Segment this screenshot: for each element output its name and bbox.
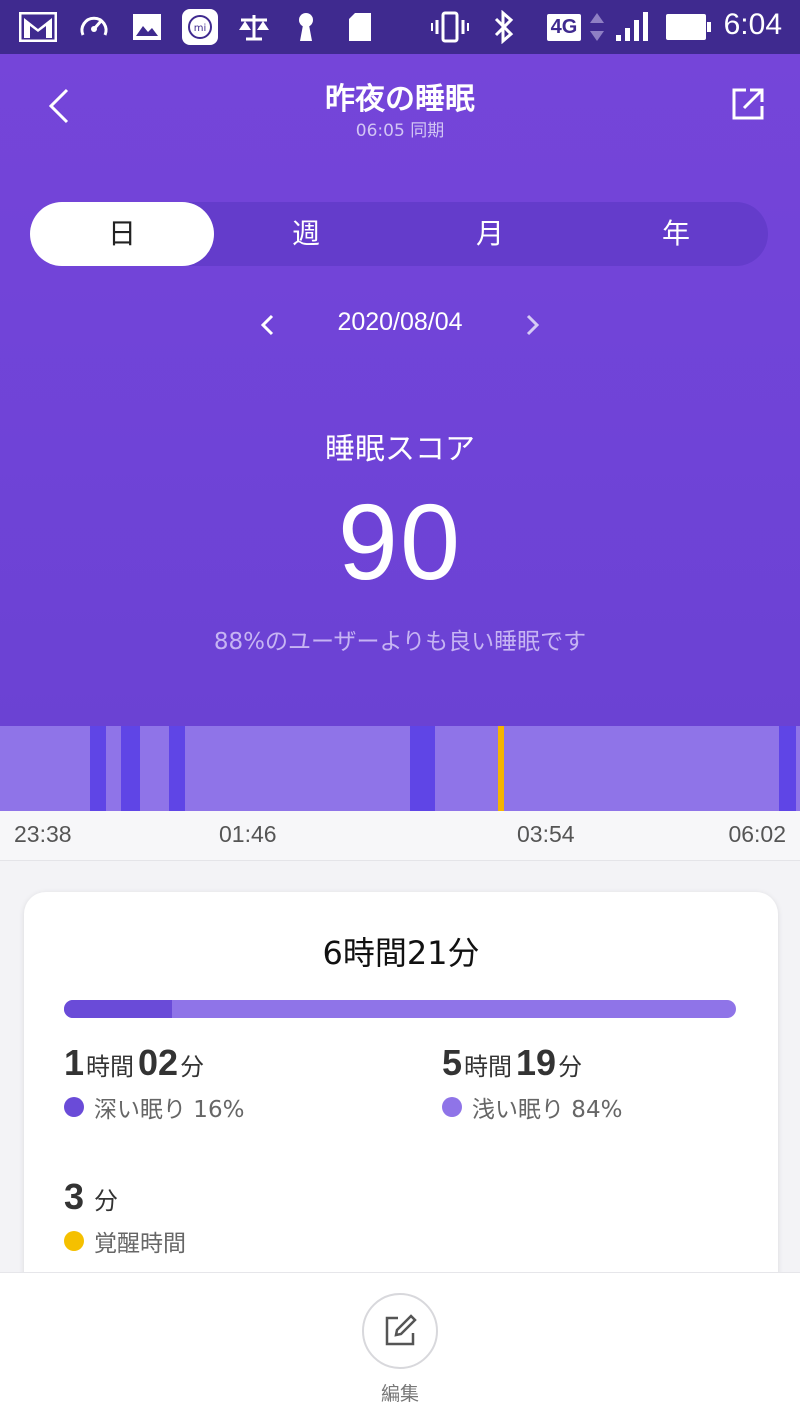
mi-fit-icon: mi (180, 9, 220, 45)
network-4g-icon: 4G (544, 10, 584, 44)
light-sleep-label: 浅い眠り 84% (472, 1097, 623, 1123)
deep-sleep-segment (89, 726, 107, 811)
tab-week[interactable]: 週 (214, 202, 398, 266)
gmail-icon (18, 10, 58, 44)
date-navigator: 2020/08/04 (0, 302, 800, 346)
light-sleep-dot-icon (442, 1097, 462, 1117)
deep-hours-unit: 時間 (86, 1053, 135, 1081)
tab-day[interactable]: 日 (30, 202, 214, 266)
sleep-score-label: 睡眠スコア (325, 432, 475, 467)
deep-sleep-dot-icon (64, 1097, 84, 1117)
chevron-right-icon (526, 314, 540, 336)
status-bar: mi 4G 6:04 (0, 0, 800, 54)
sleep-summary-card: 6時間21分 1時間 02分 深い眠り 16% 5時間 19分 浅い眠り 84% 3… (24, 892, 778, 1312)
signal-icon (612, 10, 652, 44)
sleep-score-value: 90 (337, 481, 463, 602)
data-arrows-icon (588, 10, 606, 44)
deep-sleep-label: 深い眠り 16% (94, 1097, 245, 1123)
sleep-header: 昨夜の睡眠 06:05 同期 日 週 月 年 2020/08/04 睡眠スコア … (0, 54, 800, 726)
awake-minutes: 3 (64, 1176, 85, 1217)
light-sleep-stat: 5時間 19分 浅い眠り 84% (442, 1042, 622, 1124)
scale-icon (236, 10, 272, 44)
deep-minutes-unit: 分 (180, 1053, 205, 1081)
awake-minutes-unit: 分 (94, 1187, 119, 1215)
light-hours: 5 (442, 1042, 463, 1083)
deep-minutes: 02 (138, 1042, 179, 1083)
vibrate-icon (430, 10, 470, 44)
next-date-button[interactable] (520, 310, 546, 340)
edit-icon (385, 1314, 417, 1346)
speed-icon (76, 10, 112, 44)
edit-label: 編集 (380, 1383, 419, 1405)
timeline-axis: 23:38 01:46 03:54 06:02 (0, 811, 800, 861)
page-title: 昨夜の睡眠 (325, 82, 475, 117)
sleep-score-comparison: 88%のユーザーよりも良い睡眠です (213, 629, 587, 655)
sleep-timeline-chart[interactable] (0, 726, 800, 811)
bottom-action-bar: 編集 (0, 1272, 800, 1422)
axis-tick: 03:54 (517, 821, 575, 847)
period-tabs: 日 週 月 年 (30, 202, 768, 266)
awake-dot-icon (64, 1231, 84, 1251)
awake-label: 覚醒時間 (94, 1231, 186, 1257)
axis-tick: 01:46 (219, 821, 277, 847)
deep-hours: 1 (64, 1042, 85, 1083)
keyhole-icon (292, 10, 320, 44)
deep-sleep-segment (168, 726, 186, 811)
deep-sleep-segment (410, 726, 436, 811)
edit-button[interactable] (362, 1293, 438, 1369)
share-button[interactable] (730, 86, 766, 122)
share-icon (732, 88, 764, 120)
awake-segment (497, 726, 505, 811)
total-sleep-duration: 6時間21分 (322, 934, 480, 972)
current-date: 2020/08/04 (337, 308, 463, 336)
bluetooth-icon (490, 10, 518, 44)
tab-month[interactable]: 月 (398, 202, 582, 266)
sd-card-icon (346, 10, 374, 44)
status-time: 6:04 (723, 8, 782, 41)
light-hours-unit: 時間 (464, 1053, 513, 1081)
sleep-ratio-bar (64, 1000, 736, 1018)
deep-sleep-segment (779, 726, 796, 811)
light-minutes: 19 (516, 1042, 557, 1083)
battery-icon (666, 10, 712, 44)
deep-sleep-stat: 1時間 02分 深い眠り 16% (64, 1042, 244, 1124)
light-minutes-unit: 分 (558, 1053, 583, 1081)
awake-stat: 3分 覚醒時間 (64, 1176, 186, 1258)
gallery-icon (130, 10, 164, 44)
axis-tick-start: 23:38 (14, 821, 72, 847)
deep-sleep-bar-fill (64, 1000, 172, 1018)
axis-tick-end: 06:02 (728, 821, 786, 847)
deep-sleep-segment (120, 726, 140, 811)
sync-time: 06:05 同期 (355, 121, 445, 141)
svg-text:mi: mi (194, 23, 207, 34)
tab-year[interactable]: 年 (584, 202, 768, 266)
